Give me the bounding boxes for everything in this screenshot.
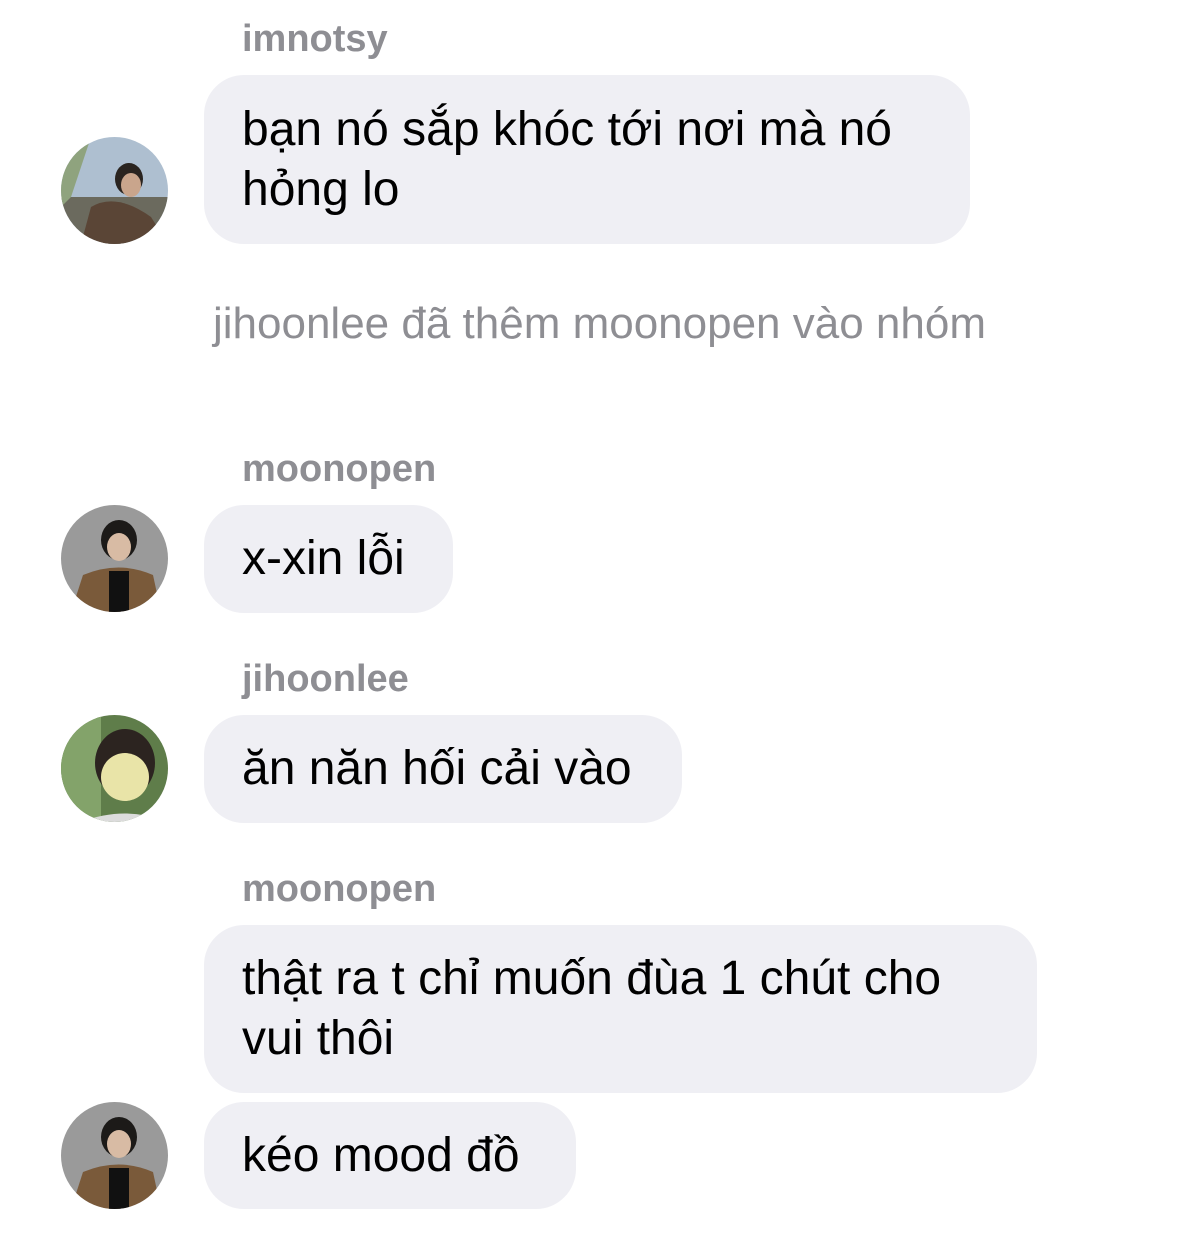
avatar-moonopen[interactable] bbox=[61, 505, 168, 612]
message-line: thật ra t chỉ muốn đùa 1 chút cho bbox=[242, 952, 942, 1005]
message-bubble[interactable]: kéo mood đồ bbox=[204, 1102, 576, 1209]
message-bubble[interactable]: x-xin lỗi bbox=[204, 505, 453, 613]
avatar-jihoonlee[interactable] bbox=[61, 715, 168, 822]
sender-name: moonopen bbox=[242, 868, 437, 910]
message-bubble[interactable]: bạn nó sắp khóc tới nơi mà nó hỏng lo bbox=[204, 75, 970, 244]
message-line: vui thôi bbox=[242, 1012, 395, 1065]
message-text: ăn năn hối cải vào bbox=[242, 742, 632, 795]
message-line: hỏng lo bbox=[242, 162, 400, 216]
avatar-imnotsy[interactable] bbox=[61, 137, 168, 244]
sender-name: imnotsy bbox=[242, 18, 388, 60]
message-bubble[interactable]: ăn năn hối cải vào bbox=[204, 715, 682, 823]
sender-name: jihoonlee bbox=[242, 658, 409, 700]
system-message: jihoonlee đã thêm moonopen vào nhóm bbox=[213, 299, 986, 348]
sender-name: moonopen bbox=[242, 448, 437, 490]
message-bubble[interactable]: thật ra t chỉ muốn đùa 1 chút cho vui th… bbox=[204, 925, 1037, 1093]
message-text: x-xin lỗi bbox=[242, 532, 405, 585]
message-line: bạn nó sắp khóc tới nơi mà nó bbox=[242, 102, 892, 156]
avatar-moonopen[interactable] bbox=[61, 1102, 168, 1209]
message-text: kéo mood đồ bbox=[242, 1128, 520, 1182]
